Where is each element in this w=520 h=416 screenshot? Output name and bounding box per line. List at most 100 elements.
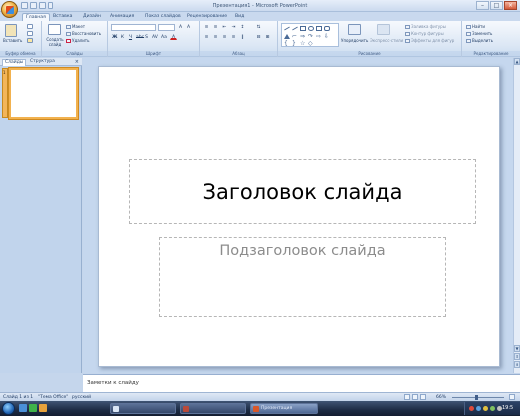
arrow-down-shape-icon[interactable]: ⇩ bbox=[324, 34, 330, 40]
zoom-slider[interactable] bbox=[452, 397, 504, 398]
tab-design[interactable]: Дизайн bbox=[80, 13, 104, 21]
align-center-icon[interactable]: ≡ bbox=[212, 34, 219, 40]
tab-outline[interactable]: Структура bbox=[28, 59, 57, 66]
quicklaunch-icon[interactable] bbox=[29, 404, 37, 412]
taskbar-powerpoint-button[interactable]: Презентация bbox=[250, 403, 318, 414]
paste-icon[interactable] bbox=[5, 24, 17, 37]
char-spacing-icon[interactable]: AV bbox=[151, 34, 158, 40]
tab-home[interactable]: Главная bbox=[22, 13, 50, 21]
maximize-button[interactable]: □ bbox=[490, 1, 503, 10]
minimize-button[interactable]: – bbox=[476, 1, 489, 10]
format-painter-icon[interactable] bbox=[27, 38, 33, 43]
font-color-icon[interactable]: A bbox=[170, 34, 177, 40]
star-shape-icon[interactable]: ☆ bbox=[300, 41, 306, 47]
layout-button[interactable]: Макет bbox=[66, 24, 85, 29]
oval-shape-icon[interactable] bbox=[308, 26, 314, 31]
bullets-icon[interactable]: ≡ bbox=[203, 24, 210, 30]
underline-icon[interactable]: Ч bbox=[127, 34, 134, 40]
sorter-view-icon[interactable] bbox=[412, 394, 418, 400]
show-desktop-icon[interactable] bbox=[19, 404, 27, 412]
zoom-level[interactable]: 66% bbox=[436, 394, 446, 401]
copy-icon[interactable] bbox=[27, 31, 33, 36]
callout-shape-icon[interactable]: ◇ bbox=[308, 41, 314, 47]
font-size-combo[interactable] bbox=[158, 24, 175, 31]
triangle-shape-icon[interactable] bbox=[284, 34, 290, 39]
prev-slide-icon[interactable]: ⇞ bbox=[514, 353, 520, 360]
italic-icon[interactable]: К bbox=[119, 34, 126, 40]
tray-icon[interactable] bbox=[483, 406, 488, 411]
strikethrough-icon[interactable]: abc bbox=[135, 34, 144, 40]
shape-outline-button[interactable]: Контур фигуры bbox=[405, 31, 444, 36]
normal-view-icon[interactable] bbox=[404, 394, 410, 400]
brace-shape-icon[interactable]: { bbox=[284, 41, 290, 47]
slideshow-view-icon[interactable] bbox=[420, 394, 426, 400]
shape-effects-button[interactable]: Эффекты для фигур bbox=[405, 38, 454, 43]
line-spacing-icon[interactable]: ↕ bbox=[239, 24, 246, 30]
tray-icon[interactable] bbox=[490, 406, 495, 411]
vertical-scrollbar[interactable]: ▲ ▼ ⇞ ⇟ bbox=[513, 58, 520, 373]
tab-slides[interactable]: Слайды bbox=[2, 59, 27, 66]
justify-icon[interactable]: ≡ bbox=[230, 34, 237, 40]
new-slide-icon[interactable] bbox=[48, 24, 61, 35]
quicklaunch-icon[interactable] bbox=[39, 404, 47, 412]
brace-shape-icon[interactable]: } bbox=[292, 41, 298, 47]
taskbar-window-button[interactable] bbox=[110, 403, 176, 414]
arrange-icon[interactable] bbox=[348, 24, 361, 35]
delete-slide-button[interactable]: Удалить bbox=[66, 38, 90, 43]
line-shape-icon[interactable] bbox=[284, 26, 290, 31]
reset-button[interactable]: Восстановить bbox=[66, 31, 101, 36]
quick-styles-button[interactable]: Экспресс-стили bbox=[370, 38, 403, 43]
tab-insert[interactable]: Вставка bbox=[50, 13, 75, 21]
notes-pane[interactable]: Заметки к слайду bbox=[83, 374, 520, 392]
tab-review[interactable]: Рецензирование bbox=[184, 13, 230, 21]
next-slide-icon[interactable]: ⇟ bbox=[514, 361, 520, 368]
arrow-shape-icon[interactable]: ⌐ bbox=[292, 34, 298, 40]
title-placeholder[interactable]: Заголовок слайда bbox=[129, 159, 476, 224]
line-shape-icon[interactable] bbox=[292, 26, 298, 31]
slide-canvas[interactable]: Заголовок слайда Подзаголовок слайда bbox=[98, 66, 500, 367]
align-text-icon[interactable]: ⊟ bbox=[255, 34, 262, 40]
office-button[interactable] bbox=[1, 1, 18, 18]
font-name-combo[interactable] bbox=[111, 24, 156, 31]
align-left-icon[interactable]: ≡ bbox=[203, 34, 210, 40]
replace-button[interactable]: Заменить bbox=[466, 31, 492, 36]
fit-to-window-icon[interactable] bbox=[509, 394, 515, 400]
tray-icon[interactable] bbox=[469, 406, 474, 411]
grow-font-icon[interactable]: A bbox=[177, 24, 184, 30]
bent-arrow-shape-icon[interactable]: ⇒ bbox=[300, 34, 306, 40]
tab-view[interactable]: Вид bbox=[232, 13, 247, 21]
text-direction-icon[interactable]: ⇅ bbox=[255, 24, 262, 30]
shadow-icon[interactable]: S bbox=[143, 34, 150, 40]
paste-button[interactable]: Вставить bbox=[3, 38, 22, 43]
slide-thumbnail[interactable] bbox=[9, 68, 78, 119]
start-button[interactable] bbox=[2, 402, 15, 415]
new-slide-button[interactable]: Создать слайд bbox=[45, 37, 65, 47]
scroll-up-icon[interactable]: ▲ bbox=[514, 58, 520, 65]
taskbar-window-button[interactable] bbox=[180, 403, 246, 414]
shape-fill-button[interactable]: Заливка фигуры bbox=[405, 24, 446, 29]
tray-icon[interactable] bbox=[476, 406, 481, 411]
rounded-rect-shape-icon[interactable] bbox=[324, 26, 330, 31]
curve-shape-icon[interactable]: ↷ bbox=[308, 34, 314, 40]
quick-styles-icon[interactable] bbox=[377, 24, 390, 35]
arrow-right-shape-icon[interactable]: ⇨ bbox=[316, 34, 322, 40]
close-button[interactable]: × bbox=[504, 1, 517, 10]
shrink-font-icon[interactable]: A bbox=[185, 24, 192, 30]
columns-icon[interactable]: ‖ bbox=[239, 34, 246, 40]
status-language[interactable]: русский bbox=[72, 394, 91, 401]
align-right-icon[interactable]: ≡ bbox=[221, 34, 228, 40]
tab-animation[interactable]: Анимация bbox=[107, 13, 137, 21]
scroll-down-icon[interactable]: ▼ bbox=[514, 345, 520, 352]
arrange-button[interactable]: Упорядочить bbox=[341, 38, 368, 43]
change-case-icon[interactable]: Aa bbox=[160, 34, 167, 40]
cut-icon[interactable] bbox=[27, 24, 33, 29]
close-icon[interactable]: × bbox=[75, 59, 79, 65]
numbering-icon[interactable]: ≡ bbox=[212, 24, 219, 30]
find-button[interactable]: Найти bbox=[466, 24, 485, 29]
rect-shape-icon[interactable] bbox=[300, 26, 306, 31]
smartart-icon[interactable]: ⊞ bbox=[264, 34, 271, 40]
increase-indent-icon[interactable]: ⇥ bbox=[230, 24, 237, 30]
textbox-shape-icon[interactable] bbox=[316, 26, 322, 31]
tab-slideshow[interactable]: Показ слайдов bbox=[142, 13, 184, 21]
select-button[interactable]: Выделить bbox=[466, 38, 493, 43]
